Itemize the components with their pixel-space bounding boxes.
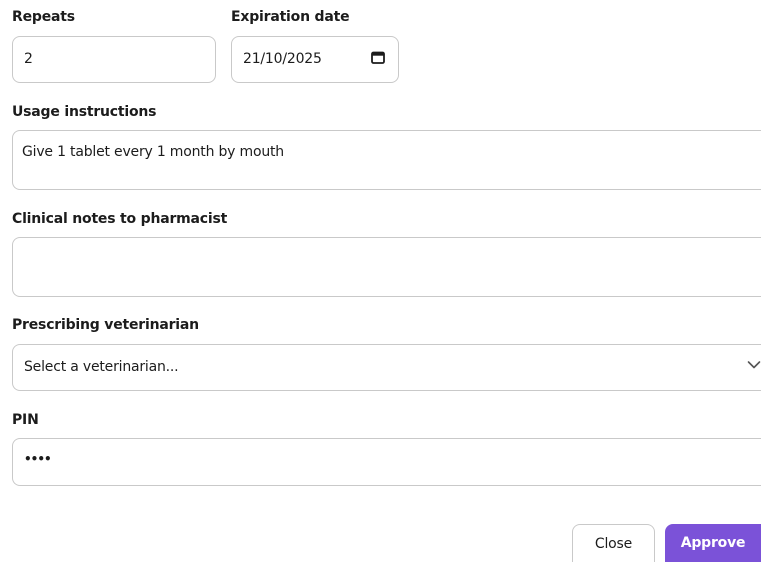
veterinarian-select[interactable]: Select a veterinarian... — [12, 344, 761, 391]
repeats-label: Repeats — [12, 9, 75, 25]
expiration-date-value: 21/10/2025 — [243, 51, 322, 67]
clinical-notes-label: Clinical notes to pharmacist — [12, 211, 228, 227]
calendar-icon[interactable] — [371, 51, 385, 64]
pin-masked-value: •••• — [24, 452, 52, 466]
usage-instructions-textarea[interactable]: Give 1 tablet every 1 month by mouth — [12, 130, 761, 190]
clinical-notes-textarea[interactable] — [12, 237, 761, 297]
usage-instructions-label: Usage instructions — [12, 104, 157, 120]
pin-label: PIN — [12, 412, 39, 428]
prescribing-veterinarian-label: Prescribing veterinarian — [12, 317, 199, 333]
repeats-input[interactable]: 2 — [12, 36, 216, 83]
chevron-down-icon — [747, 361, 761, 369]
usage-instructions-value: Give 1 tablet every 1 month by mouth — [22, 144, 284, 160]
repeats-value: 2 — [24, 51, 33, 67]
expiration-date-label: Expiration date — [231, 9, 350, 25]
veterinarian-selected-value: Select a veterinarian... — [24, 359, 179, 375]
pin-input[interactable]: •••• — [12, 438, 761, 486]
close-button[interactable]: Close — [572, 524, 655, 562]
approve-button[interactable]: Approve — [665, 524, 761, 562]
expiration-date-input[interactable]: 21/10/2025 — [231, 36, 399, 83]
